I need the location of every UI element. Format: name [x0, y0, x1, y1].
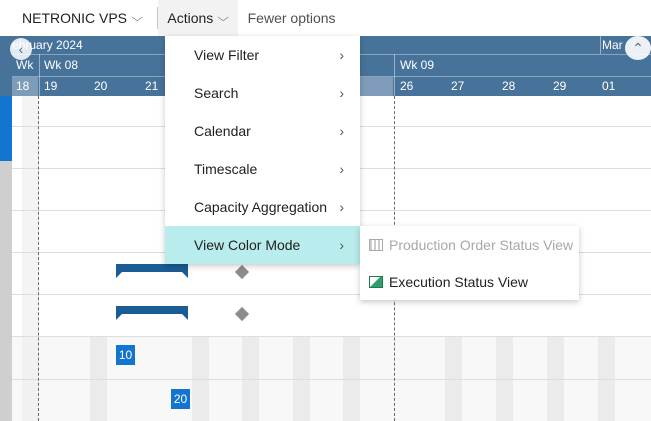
action-bar: NETRONIC VPS ⌵ Actions ⌵ Fewer options [0, 0, 651, 36]
operation-badge[interactable]: 10 [116, 345, 135, 365]
day-label: 29 [553, 79, 567, 93]
fewer-options-label: Fewer options [247, 10, 336, 26]
actions-menu: View Filter › Search › Calendar › Timesc… [165, 36, 360, 264]
row-divider [12, 379, 651, 380]
view-color-mode-submenu: Production Order Status View Execution S… [360, 226, 579, 300]
menu-item-label: View Filter [194, 47, 260, 63]
menu-item-label: Timescale [194, 161, 258, 177]
day-label: 26 [400, 79, 414, 93]
day-label: 19 [44, 79, 58, 93]
week-divider [39, 54, 40, 96]
day-label: 01 [602, 79, 616, 93]
fewer-options-button[interactable]: Fewer options [238, 0, 344, 36]
collapse-up-icon[interactable]: ⌃ [625, 36, 651, 60]
netronic-vps-button[interactable]: NETRONIC VPS ⌵ [0, 0, 151, 36]
submenu-item-label: Execution Status View [389, 273, 529, 290]
actions-button[interactable]: Actions ⌵ [158, 0, 238, 36]
submenu-item-label: Production Order Status View [389, 236, 574, 253]
netronic-vps-label: NETRONIC VPS [22, 10, 128, 26]
month-label: Mar [602, 38, 623, 52]
week-label: Wk 09 [400, 58, 435, 72]
summary-bar[interactable] [116, 306, 188, 320]
selected-day-highlight [357, 77, 393, 96]
menu-item-label: View Color Mode [194, 237, 301, 253]
milestone-marker[interactable] [234, 264, 250, 280]
scroll-left-icon[interactable]: ‹ [10, 38, 32, 60]
chevron-right-icon: › [339, 85, 344, 101]
chevron-right-icon: › [339, 47, 344, 63]
day-label: 28 [502, 79, 516, 93]
chart-view-icon [369, 275, 383, 288]
row-header-strip [0, 36, 12, 421]
week-boundary-line [38, 96, 39, 421]
row-divider [12, 336, 651, 337]
chevron-right-icon: › [339, 123, 344, 139]
menu-item-search[interactable]: Search › [165, 74, 360, 112]
menu-item-calendar[interactable]: Calendar › [165, 112, 360, 150]
chevron-right-icon: › [339, 161, 344, 177]
milestone-marker[interactable] [234, 306, 250, 322]
week-divider [394, 54, 395, 96]
status-view-icon [369, 238, 383, 251]
day-label: 27 [451, 79, 465, 93]
week-label: Wk [16, 58, 34, 72]
week-label: Wk 08 [44, 58, 79, 72]
month-divider [600, 36, 601, 54]
production-order-status-view-item[interactable]: Production Order Status View [360, 226, 579, 263]
menu-item-timescale[interactable]: Timescale › [165, 150, 360, 188]
actions-label: Actions [167, 10, 214, 26]
menu-item-label: Search [194, 85, 239, 101]
summary-bar[interactable] [116, 264, 188, 278]
menu-item-view-color-mode[interactable]: View Color Mode › [165, 226, 360, 264]
execution-status-view-item[interactable]: Execution Status View [360, 263, 579, 300]
day-label: 21 [145, 79, 159, 93]
row-selection-marker [0, 96, 12, 161]
day-label: 18 [16, 79, 30, 93]
menu-item-view-filter[interactable]: View Filter › [165, 36, 360, 74]
menu-item-capacity-aggregation[interactable]: Capacity Aggregation › [165, 188, 360, 226]
day-label: 20 [94, 79, 108, 93]
chevron-down-icon: ⌵ [217, 11, 230, 24]
operation-badge[interactable]: 20 [171, 389, 190, 409]
menu-item-label: Calendar [194, 123, 251, 139]
chevron-right-icon: › [339, 199, 344, 215]
menu-item-label: Capacity Aggregation [194, 199, 328, 215]
chevron-down-icon: ⌵ [131, 11, 144, 24]
chevron-right-icon: › [339, 237, 344, 253]
